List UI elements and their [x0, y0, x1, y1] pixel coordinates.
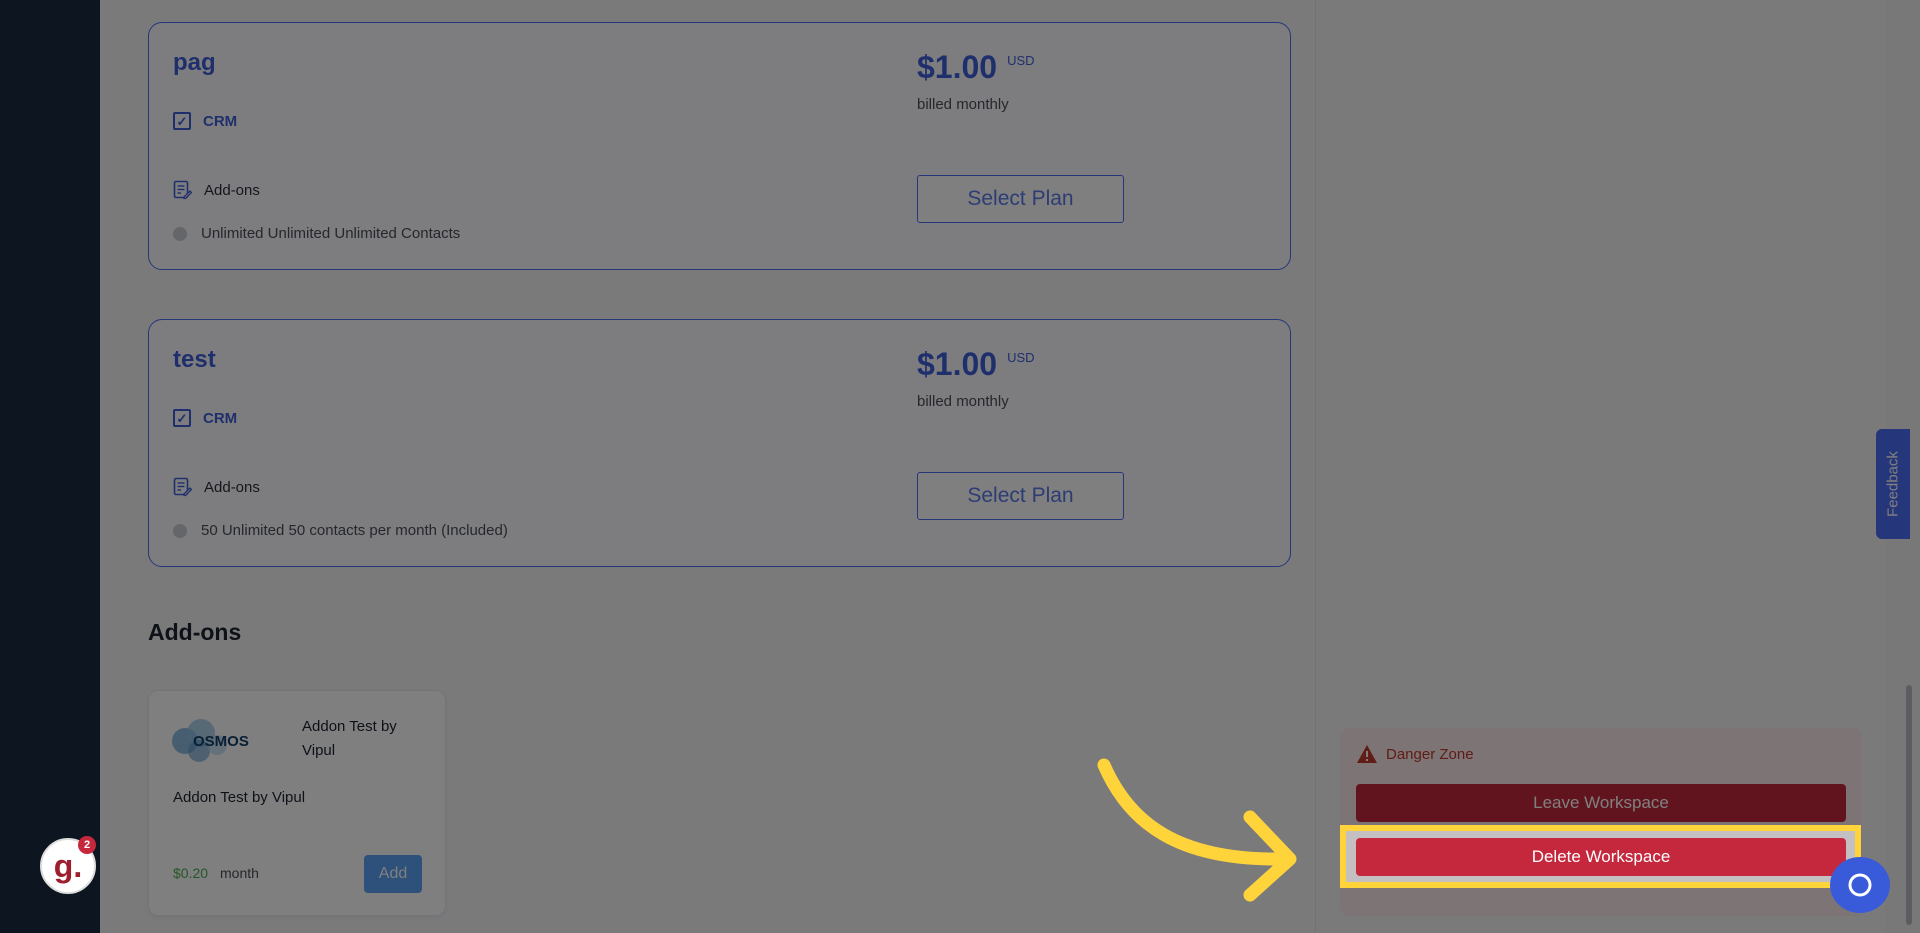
pointer-arrow-icon	[1097, 758, 1297, 902]
guide-count-badge: 2	[78, 836, 96, 854]
dim-overlay	[0, 0, 1920, 933]
delete-workspace-button[interactable]: Delete Workspace	[1356, 838, 1846, 876]
chat-icon	[1848, 873, 1872, 897]
chat-widget-icon[interactable]	[1830, 857, 1890, 913]
